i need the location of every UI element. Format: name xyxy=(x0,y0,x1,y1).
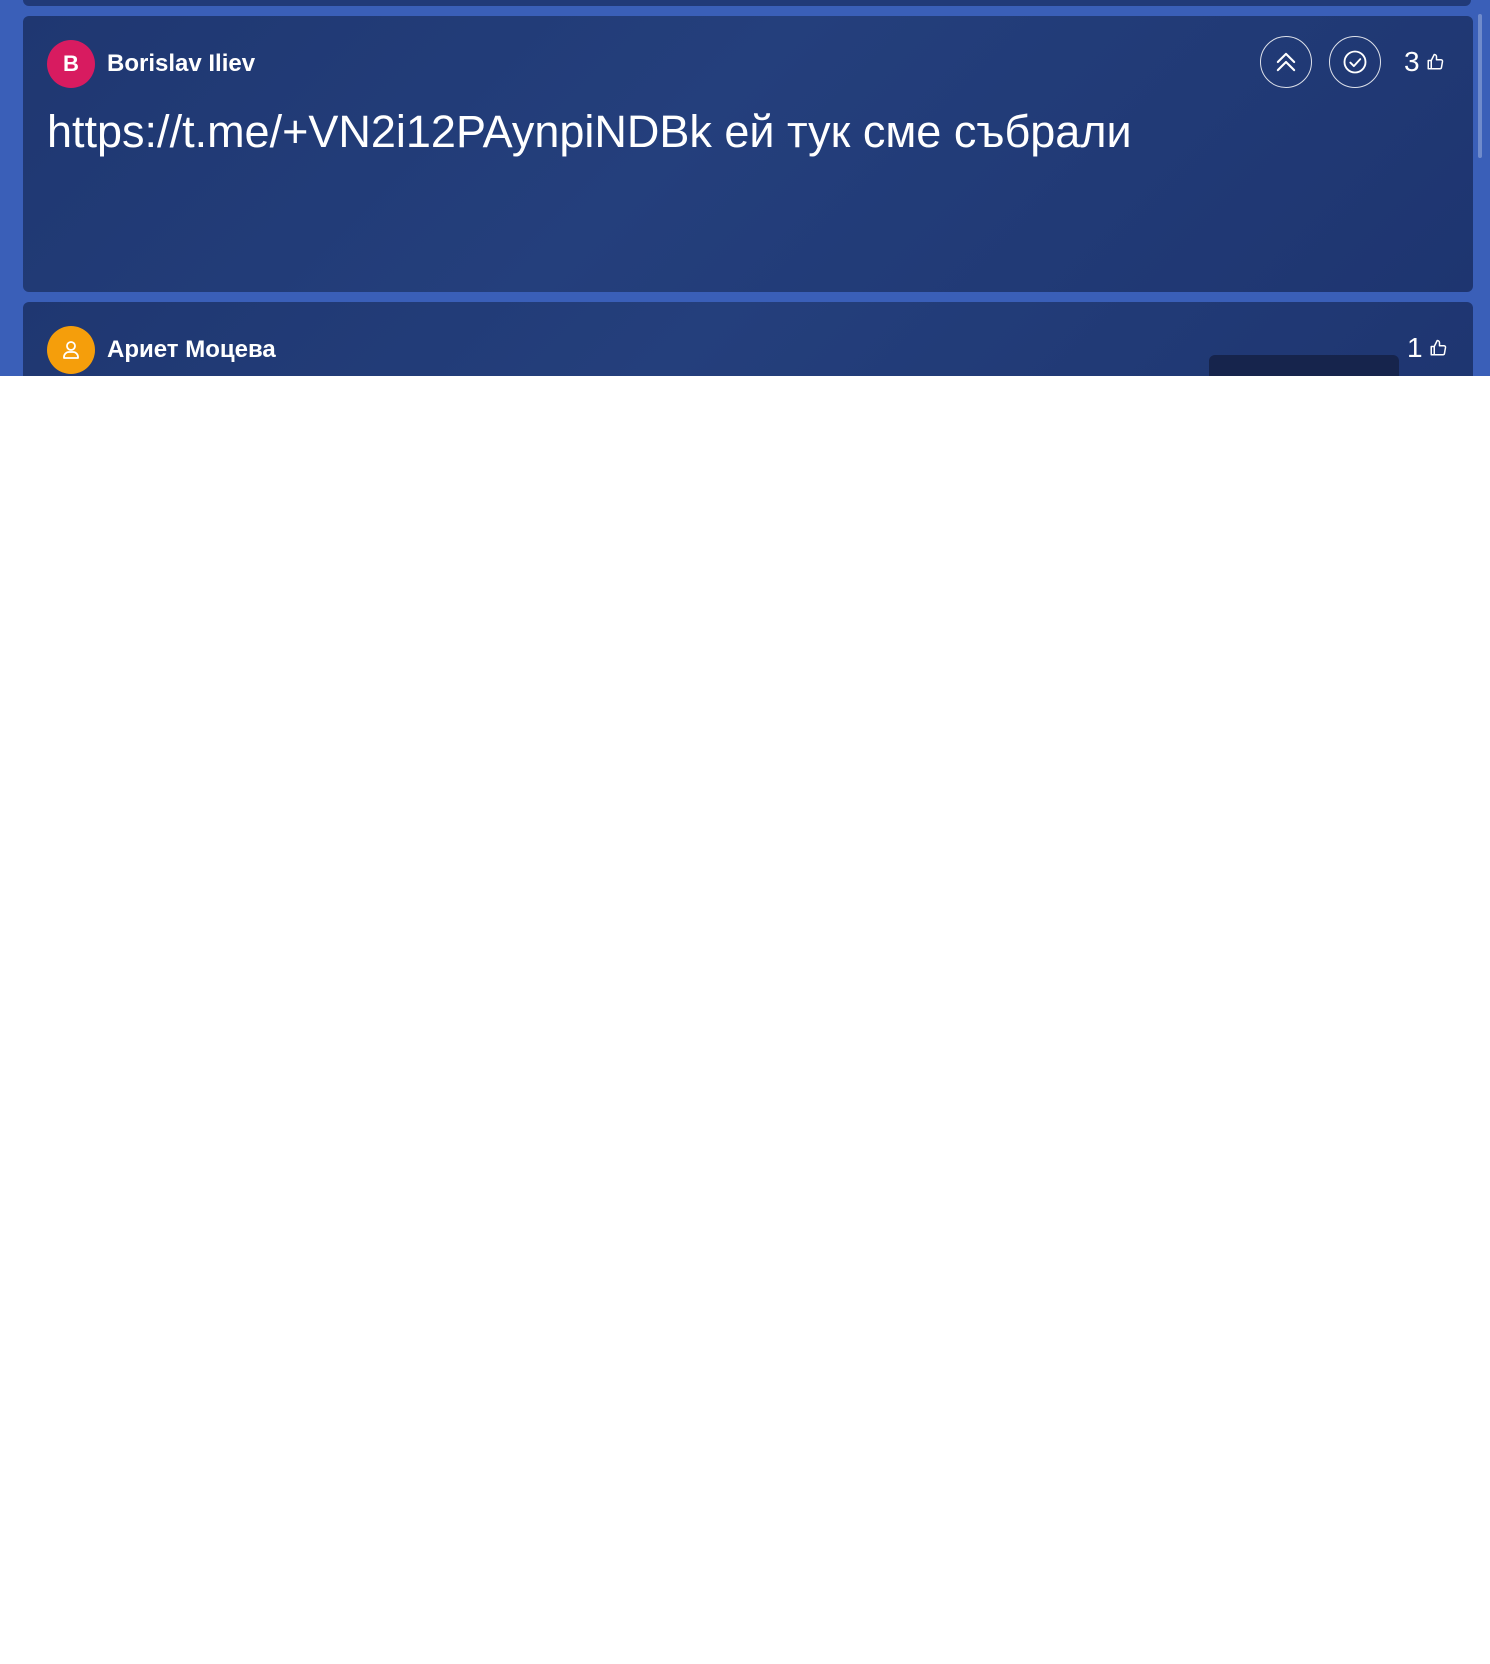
like-button[interactable]: 1 xyxy=(1407,330,1447,366)
messages-viewport: B Borislav Iliev 3 https://t.me/+VN2i12P… xyxy=(0,0,1490,376)
author-name: Borislav Iliev xyxy=(107,50,256,77)
thumbs-up-icon xyxy=(1430,339,1446,356)
like-count: 1 xyxy=(1407,332,1423,363)
author-name: Ариет Моцева xyxy=(107,336,276,363)
message-text: https://t.me/+VN2i12PAynpiNDBk ей тук см… xyxy=(47,106,1132,157)
like-button[interactable]: 3 xyxy=(1404,44,1444,80)
message-card: B Borislav Iliev 3 https://t.me/+VN2i12P… xyxy=(23,16,1473,292)
thumbs-up-icon xyxy=(1427,53,1443,70)
avatar: B xyxy=(47,40,95,88)
avatar xyxy=(47,326,95,374)
mark-answered-button[interactable] xyxy=(1329,36,1381,88)
check-circle-icon xyxy=(1343,50,1367,74)
user-icon xyxy=(63,341,79,359)
scrollbar-thumb[interactable] xyxy=(1478,14,1482,158)
avatar-initial: B xyxy=(63,51,79,76)
previous-message-card-edge xyxy=(23,0,1471,6)
scrollbar[interactable] xyxy=(1475,0,1485,376)
double-chevron-up-icon xyxy=(1276,52,1296,72)
tooltip xyxy=(1209,355,1399,376)
like-count: 3 xyxy=(1404,46,1420,77)
upvote-button[interactable] xyxy=(1260,36,1312,88)
